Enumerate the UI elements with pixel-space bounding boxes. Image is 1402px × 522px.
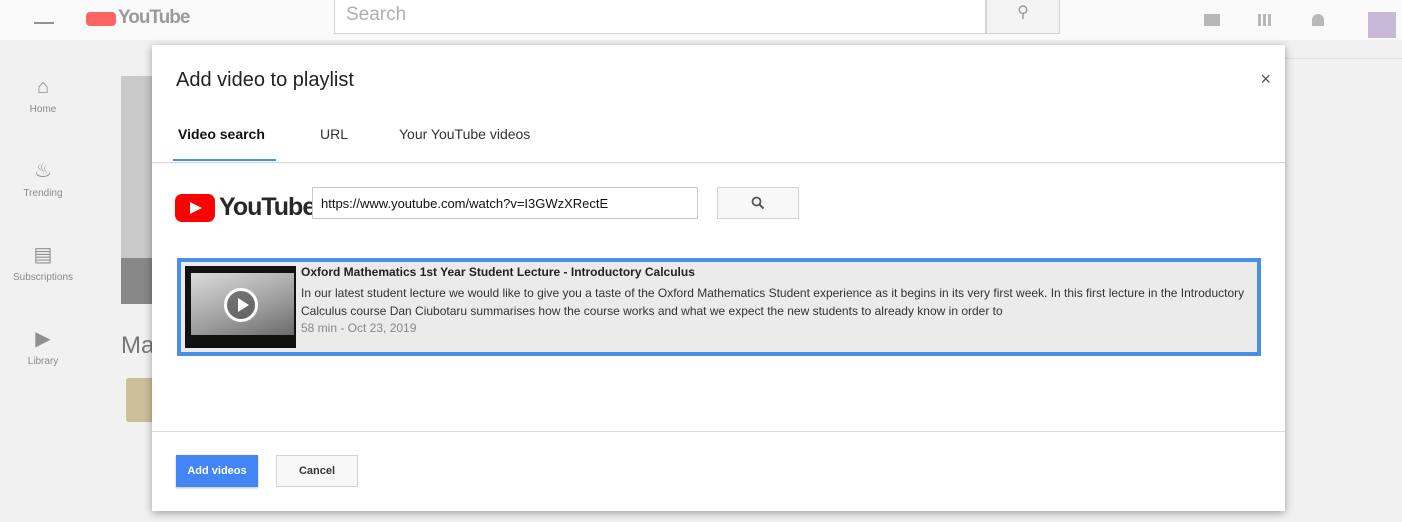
background-channel-title: Ma	[121, 332, 155, 359]
dialog-title: Add video to playlist	[176, 69, 354, 91]
active-tab-indicator	[173, 159, 276, 161]
upload-icon[interactable]	[1204, 14, 1220, 26]
footer-divider	[152, 431, 1285, 432]
youtube-wordmark: YouTube	[219, 193, 316, 221]
video-title: Oxford Mathematics 1st Year Student Lect…	[301, 265, 695, 279]
avatar[interactable]	[1368, 12, 1396, 38]
tab-bar: Video search URL Your YouTube videos	[152, 120, 1285, 162]
close-icon[interactable]: ×	[1260, 69, 1271, 90]
channel-avatar[interactable]	[126, 378, 154, 422]
background-video-thumbnail-bottom	[121, 258, 153, 304]
tabs-divider	[152, 162, 1285, 163]
bell-icon[interactable]	[1312, 14, 1324, 26]
tab-url[interactable]: URL	[320, 126, 348, 142]
video-description: In our latest student lecture we would l…	[301, 286, 1245, 318]
background-search-placeholder: Search	[346, 4, 407, 25]
sidebar-item-subscriptions[interactable]: ▤ Subscriptions	[0, 242, 86, 283]
sidebar-item-label: Home	[29, 104, 57, 115]
menu-icon[interactable]	[34, 22, 54, 24]
sidebar-item-trending[interactable]: ♨ Trending	[0, 158, 86, 199]
subscriptions-icon: ▤	[33, 244, 53, 266]
youtube-logo-icon[interactable]	[86, 12, 116, 26]
library-icon: ▶	[35, 328, 51, 350]
add-video-dialog: Add video to playlist × Video search URL…	[152, 45, 1285, 511]
sidebar-item-label: Library	[27, 356, 59, 367]
sidebar-item-library[interactable]: ▶ Library	[0, 326, 86, 367]
background-search-input[interactable]	[334, 0, 986, 34]
search-button[interactable]	[717, 187, 799, 219]
background-search-button[interactable]: ⚲	[986, 0, 1060, 34]
youtube-logo-icon	[175, 194, 215, 222]
divider	[1284, 58, 1402, 59]
flame-icon: ♨	[34, 160, 52, 182]
video-search-input[interactable]	[312, 187, 698, 219]
play-icon	[224, 288, 258, 322]
sidebar-item-label: Trending	[23, 188, 63, 199]
search-icon	[751, 196, 765, 210]
add-videos-button[interactable]: Add videos	[176, 455, 258, 487]
video-thumbnail[interactable]	[185, 266, 296, 348]
sidebar-item-label: Subscriptions	[12, 272, 74, 283]
cancel-button[interactable]: Cancel	[276, 455, 358, 487]
apps-icon[interactable]	[1258, 14, 1272, 26]
home-icon: ⌂	[36, 76, 50, 98]
tab-video-search[interactable]: Video search	[178, 126, 265, 142]
video-result-item[interactable]: Oxford Mathematics 1st Year Student Lect…	[177, 258, 1261, 356]
youtube-logo-text[interactable]: YouTube	[118, 7, 190, 29]
video-meta: 58 min - Oct 23, 2019	[301, 321, 417, 335]
sidebar-item-home[interactable]: ⌂ Home	[0, 74, 86, 115]
tab-your-youtube-videos[interactable]: Your YouTube videos	[399, 126, 530, 142]
